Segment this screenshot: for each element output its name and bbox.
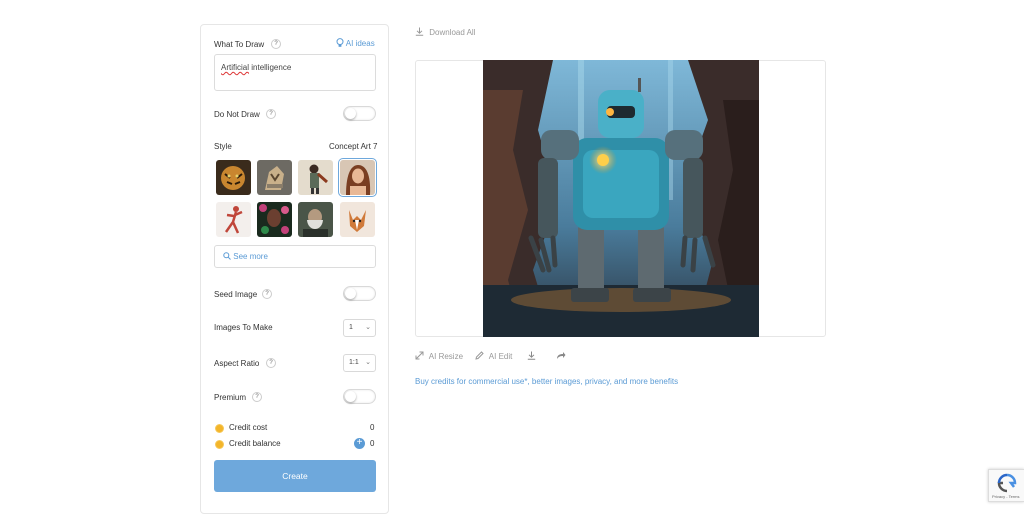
aspect-ratio-help-icon[interactable]: ? bbox=[266, 358, 276, 368]
ai-edit-label: AI Edit bbox=[488, 352, 513, 361]
style-thumb-violinist[interactable] bbox=[298, 160, 333, 195]
ai-resize-label: AI Resize bbox=[428, 352, 464, 361]
credit-cost-value: 0 bbox=[370, 423, 375, 432]
aspect-ratio-value: 1:1 bbox=[349, 359, 359, 366]
ai-edit-button[interactable]: AI Edit bbox=[475, 351, 512, 361]
toggle-knob bbox=[345, 108, 356, 119]
style-thumb-woman-portrait[interactable] bbox=[338, 158, 377, 197]
see-more-button[interactable]: See more bbox=[214, 245, 376, 268]
do-not-draw-help-icon[interactable]: ? bbox=[266, 109, 276, 119]
images-to-make-label: Images To Make bbox=[214, 323, 273, 332]
premium-toggle[interactable] bbox=[343, 389, 376, 404]
seed-image-help-icon[interactable]: ? bbox=[262, 289, 272, 299]
download-image-button[interactable] bbox=[527, 351, 536, 362]
images-to-make-value: 1 bbox=[349, 324, 353, 331]
download-icon bbox=[527, 351, 536, 360]
aspect-ratio-select[interactable]: 1:1 ⌄ bbox=[343, 354, 376, 372]
style-thumb-corgi[interactable] bbox=[340, 202, 375, 237]
settings-panel: What To Draw ? AI ideas Artificial intel… bbox=[200, 24, 389, 514]
prompt-input[interactable]: Artificial intelligence bbox=[214, 54, 376, 91]
style-thumb-dancer[interactable] bbox=[216, 202, 251, 237]
share-button[interactable] bbox=[556, 351, 566, 362]
ai-ideas-link[interactable]: AI ideas bbox=[336, 38, 375, 48]
download-all-label: Download All bbox=[429, 28, 476, 37]
see-more-label: See more bbox=[233, 252, 268, 261]
what-to-draw-label: What To Draw bbox=[214, 40, 265, 49]
style-label: Style bbox=[214, 142, 232, 151]
chevron-down-icon: ⌄ bbox=[365, 359, 371, 366]
search-icon bbox=[223, 252, 231, 260]
style-thumb-floral-woman[interactable] bbox=[257, 202, 292, 237]
coin-icon bbox=[215, 440, 224, 449]
create-button[interactable]: Create bbox=[214, 460, 376, 492]
toggle-knob bbox=[345, 391, 356, 402]
recaptcha-links[interactable]: Privacy - Terms bbox=[992, 494, 1019, 499]
what-to-draw-help-icon[interactable]: ? bbox=[271, 39, 281, 49]
aspect-ratio-label: Aspect Ratio bbox=[214, 359, 260, 368]
buy-credits-link[interactable]: Buy credits for commercial use*, better … bbox=[415, 377, 678, 386]
toggle-knob bbox=[345, 288, 356, 299]
do-not-draw-label: Do Not Draw bbox=[214, 110, 260, 119]
style-thumb-horse-creature[interactable] bbox=[257, 160, 292, 195]
premium-help-icon[interactable]: ? bbox=[252, 392, 262, 402]
recaptcha-icon bbox=[997, 473, 1017, 493]
seed-image-label: Seed Image bbox=[214, 290, 258, 299]
style-selected-value: Concept Art 7 bbox=[329, 142, 378, 151]
share-icon bbox=[557, 352, 566, 359]
style-thumb-tiger[interactable] bbox=[216, 160, 251, 195]
resize-icon bbox=[415, 351, 424, 360]
credit-balance-value: 0 bbox=[370, 439, 375, 448]
ai-resize-button[interactable]: AI Resize bbox=[415, 351, 463, 361]
credit-balance-label: Credit balance bbox=[229, 439, 281, 448]
credit-cost-label: Credit cost bbox=[229, 423, 268, 432]
generated-robot-image[interactable] bbox=[483, 60, 759, 337]
images-to-make-select[interactable]: 1 ⌄ bbox=[343, 319, 376, 337]
pencil-icon bbox=[475, 351, 484, 360]
chevron-down-icon: ⌄ bbox=[365, 324, 371, 331]
prompt-misspelled-word: Artificial bbox=[221, 63, 250, 72]
recaptcha-badge[interactable]: Privacy - Terms bbox=[988, 469, 1024, 502]
prompt-text: intelligence bbox=[249, 63, 292, 72]
download-all-button[interactable]: Download All bbox=[415, 27, 475, 37]
coin-icon bbox=[215, 424, 224, 433]
style-thumb-old-man[interactable] bbox=[298, 202, 333, 237]
seed-image-toggle[interactable] bbox=[343, 286, 376, 301]
add-credits-icon[interactable]: + bbox=[354, 438, 365, 449]
download-icon bbox=[415, 27, 424, 36]
ai-ideas-label: AI ideas bbox=[345, 39, 375, 48]
premium-label: Premium bbox=[214, 393, 247, 402]
do-not-draw-toggle[interactable] bbox=[343, 106, 376, 121]
lightbulb-icon bbox=[336, 38, 344, 47]
